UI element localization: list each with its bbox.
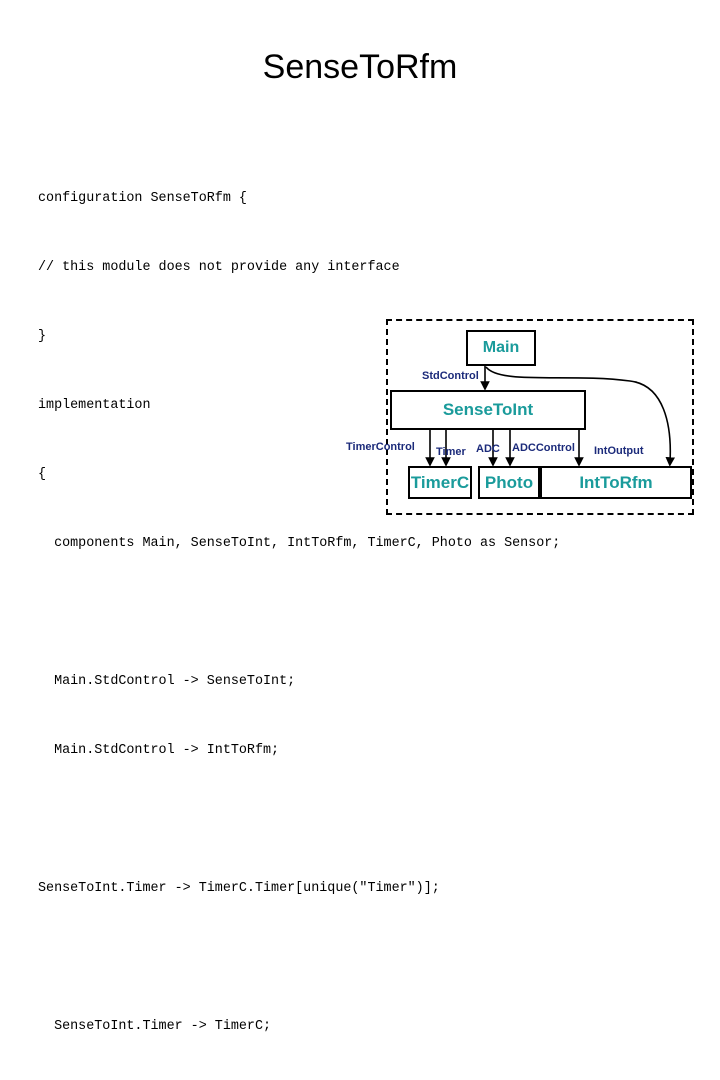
diagram-node-main[interactable]: Main xyxy=(466,330,536,366)
edge-label-timercontrol: TimerControl xyxy=(346,441,415,453)
code-listing: configuration SenseToRfm { // this modul… xyxy=(38,141,698,1080)
code-line: configuration SenseToRfm { xyxy=(38,191,247,206)
diagram-node-photo-label: Photo xyxy=(484,472,534,492)
diagram-node-sensetoint[interactable]: SenseToInt xyxy=(390,390,586,430)
edge-label-stdcontrol: StdControl xyxy=(422,370,479,382)
component-wiring-diagram: Main SenseToInt TimerC Photo IntToRfm St… xyxy=(330,315,720,540)
diagram-node-main-label: Main xyxy=(482,339,520,356)
code-line: SenseToInt.Timer -> TimerC.Timer[unique(… xyxy=(38,881,440,896)
code-line: Main.StdControl -> SenseToInt; xyxy=(38,674,296,689)
code-line: // this module does not provide any inte… xyxy=(38,260,400,275)
edge-label-intoutput: IntOutput xyxy=(594,445,644,457)
diagram-node-intorfm[interactable]: IntToRfm xyxy=(540,466,692,499)
edge-label-adccontrol: ADCControl xyxy=(512,442,575,454)
diagram-node-intorfm-label: IntToRfm xyxy=(579,472,653,492)
code-line: Main.StdControl -> IntToRfm; xyxy=(38,743,280,758)
edge-label-adc: ADC xyxy=(476,443,500,455)
page-title: SenseToRfm xyxy=(262,48,458,86)
diagram-node-sensetoint-label: SenseToInt xyxy=(442,400,534,419)
edge-label-timer: Timer xyxy=(436,446,466,458)
diagram-node-timerc[interactable]: TimerC xyxy=(408,466,472,499)
diagram-node-photo[interactable]: Photo xyxy=(478,466,540,499)
code-line: SenseToInt.Timer -> TimerC; xyxy=(38,1019,272,1034)
diagram-node-timerc-label: TimerC xyxy=(410,472,470,492)
